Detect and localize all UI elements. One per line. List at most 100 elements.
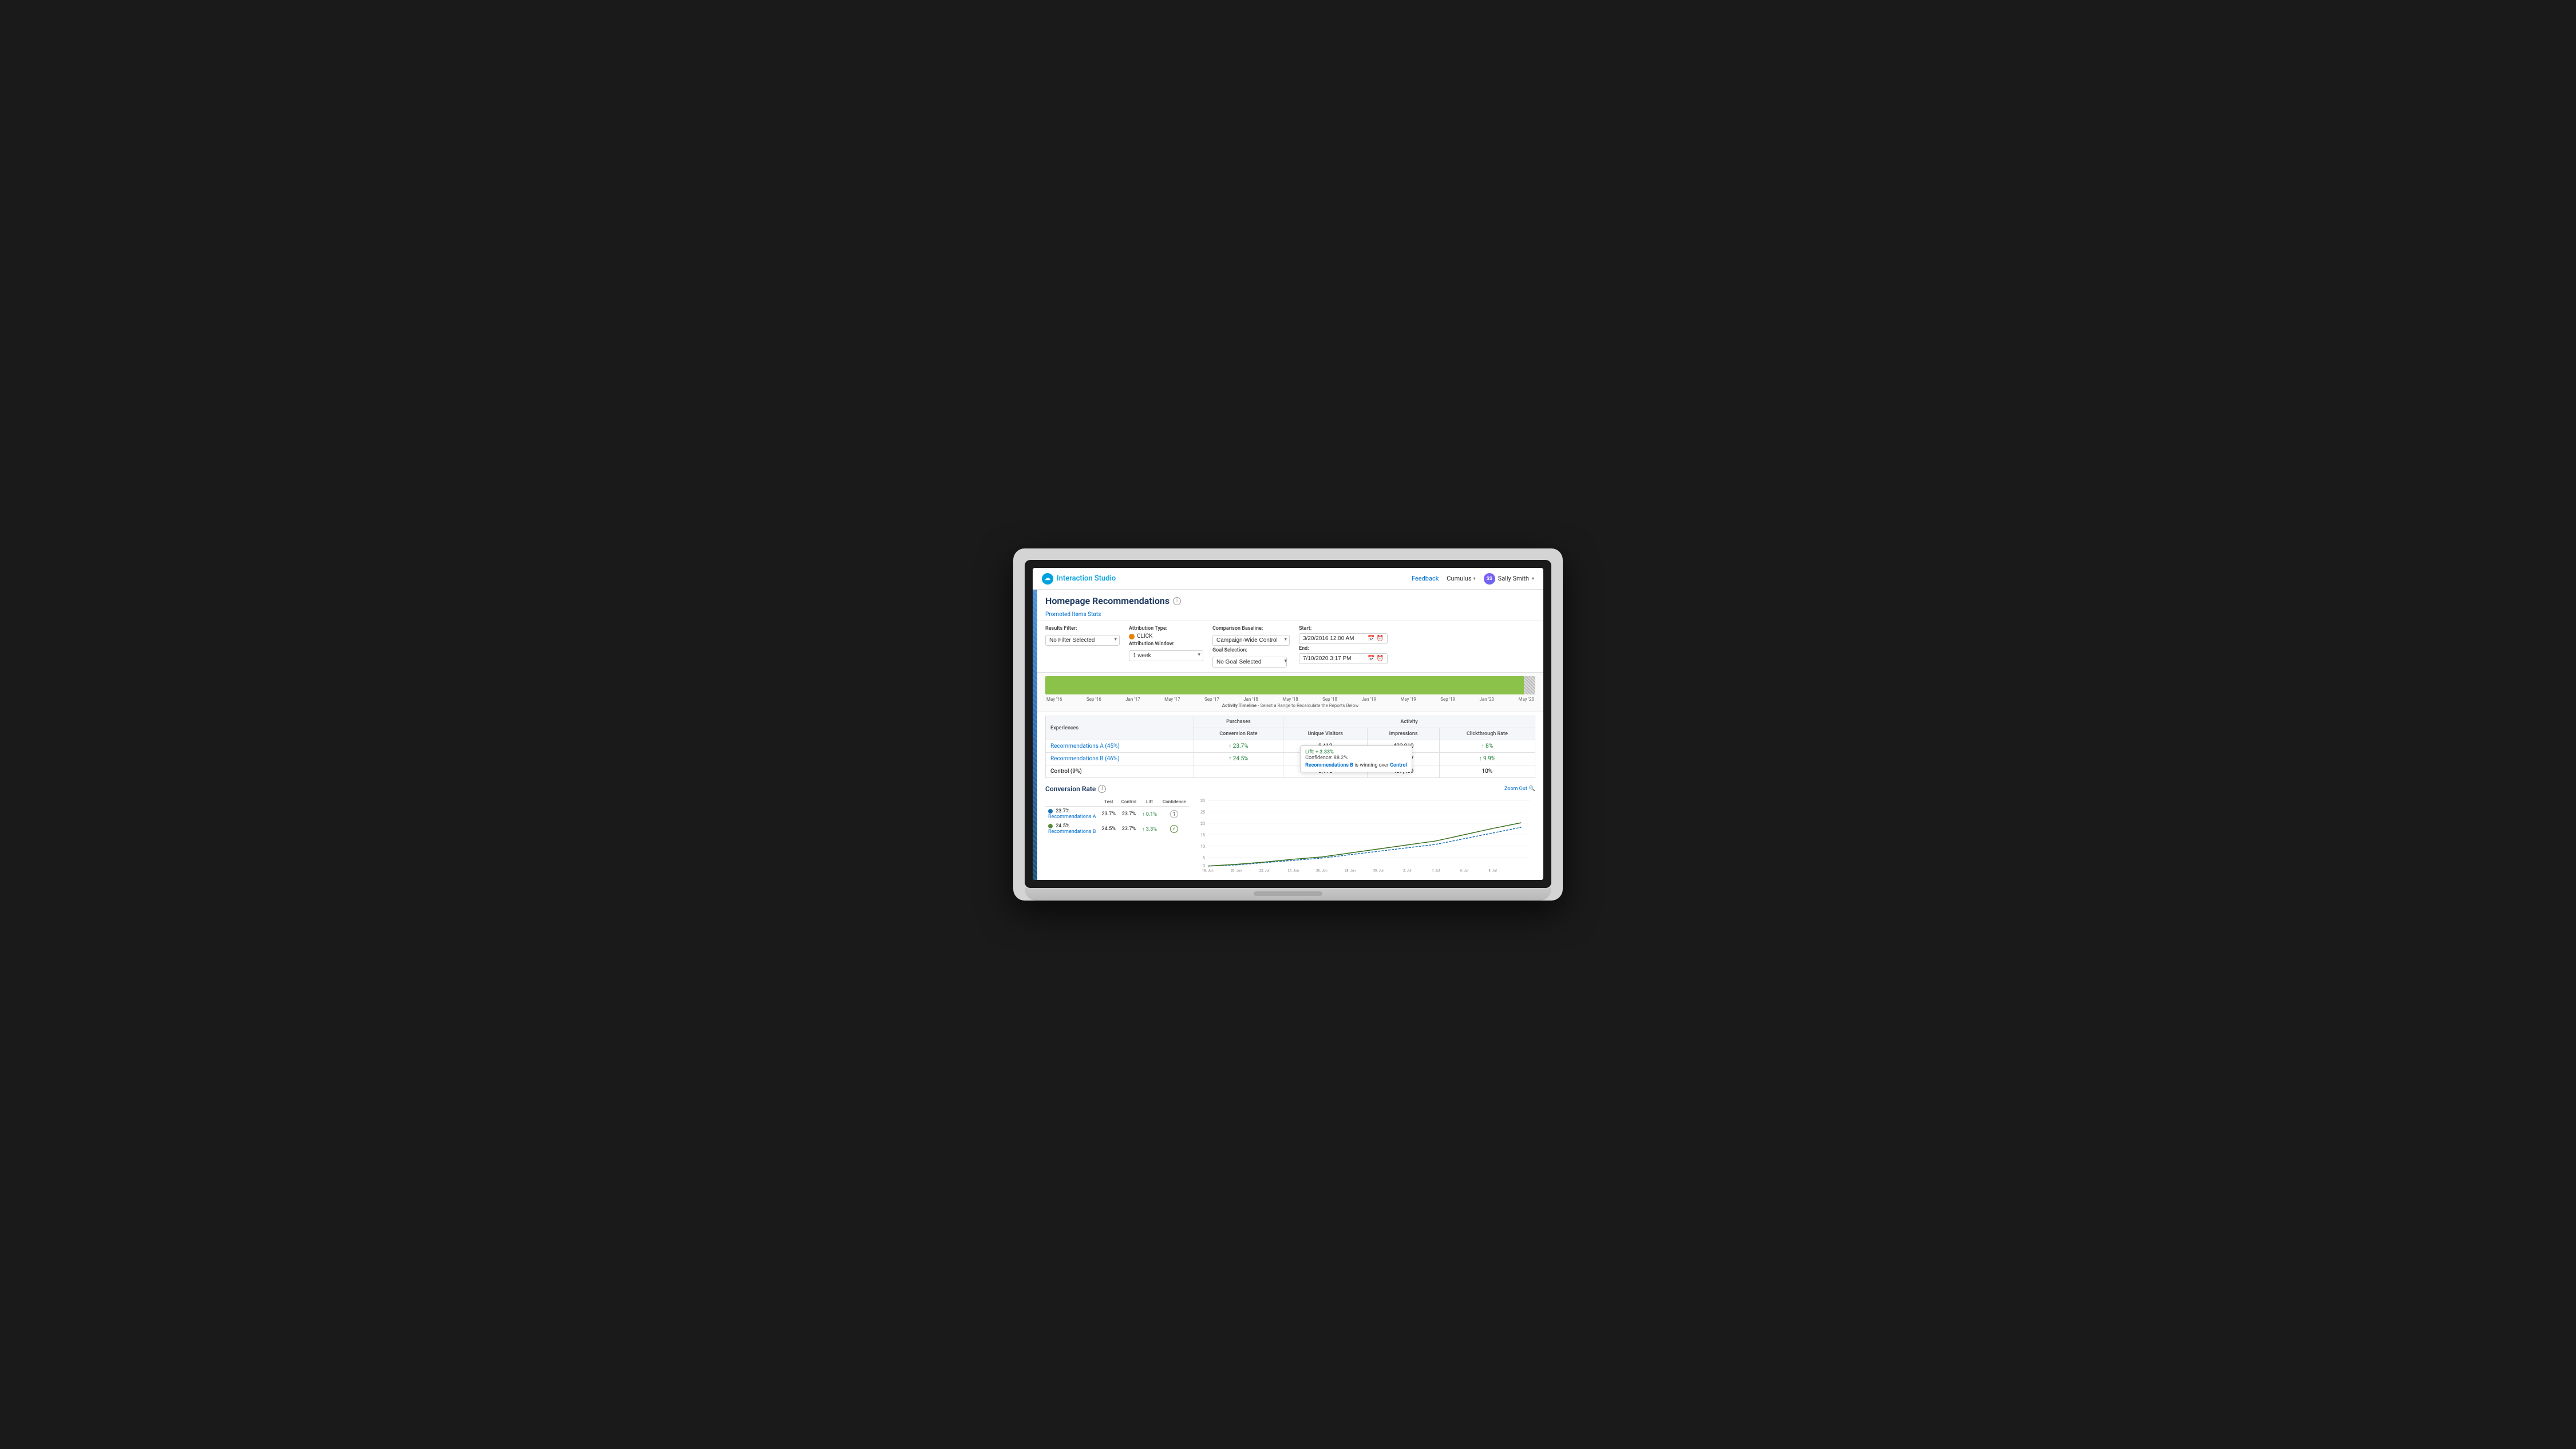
legend-col-confidence: Confidence bbox=[1160, 797, 1189, 807]
page-title-row: Homepage Recommendations i bbox=[1045, 595, 1535, 606]
rec-b-clickthrough: ↑ 9.9% bbox=[1439, 753, 1535, 765]
main-content: Homepage Recommendations i Promoted Item… bbox=[1033, 590, 1543, 880]
start-label: Start: bbox=[1299, 626, 1388, 631]
timeline-label-10: Sep '19 bbox=[1440, 697, 1455, 702]
legend-dot-green bbox=[1048, 824, 1053, 828]
table-row: Control (9%) 8,115 407,459 10% bbox=[1046, 765, 1535, 778]
timeline-selected-range bbox=[1524, 676, 1535, 694]
clock-icon[interactable]: ⏰ bbox=[1376, 635, 1383, 642]
attribution-type-group: Attribution Type: CLICK Attribution Wind… bbox=[1129, 626, 1203, 661]
cumulus-button[interactable]: Cumulus ▾ bbox=[1447, 575, 1475, 582]
goal-selection-select[interactable]: No Goal Selected bbox=[1212, 657, 1287, 668]
chart-info-icon[interactable]: i bbox=[1098, 785, 1106, 793]
timeline-label-6: May '18 bbox=[1282, 697, 1298, 702]
control-name: Control (9%) bbox=[1046, 765, 1194, 778]
timeline-section: May '16 Sep '16 Jan '17 May '17 Sep '17 … bbox=[1037, 673, 1543, 712]
laptop-frame: ☁ Interaction Studio Feedback Cumulus ▾ … bbox=[1013, 548, 1563, 901]
timeline-label-4: Sep '17 bbox=[1204, 697, 1219, 702]
attribution-type-text: CLICK bbox=[1137, 633, 1152, 639]
timeline-note-title: Activity Timeline bbox=[1222, 703, 1257, 708]
date-range-group: Start: 📅 ⏰ End: 📅 ⏰ bbox=[1299, 626, 1388, 664]
timeline-label-0: May '16 bbox=[1046, 697, 1062, 702]
timeline-label-11: Jan '20 bbox=[1480, 697, 1495, 702]
legend-rec-b-label: 24.5% Recommendations B bbox=[1045, 822, 1099, 836]
timeline-label-1: Sep '16 bbox=[1086, 697, 1101, 702]
user-menu[interactable]: SS Sally Smith ▾ bbox=[1484, 573, 1534, 585]
results-filter-select[interactable]: No Filter Selected bbox=[1045, 635, 1120, 646]
col-conversion-rate[interactable]: Conversion Rate bbox=[1194, 728, 1283, 740]
comparison-baseline-label: Comparison Baseline: bbox=[1212, 626, 1290, 631]
comparison-baseline-select[interactable]: Campaign-Wide Control bbox=[1212, 635, 1290, 646]
tooltip-popup: Lift: + 3.33% Confidence: 88.2% Recommen… bbox=[1300, 745, 1412, 772]
chart-section: Conversion Rate i Zoom Out 🔍 bbox=[1037, 781, 1543, 880]
tooltip-confidence: Confidence: 88.2% bbox=[1305, 755, 1407, 761]
table-row: Recommendations B (46%) ↑ 24.5% 8,070 40… bbox=[1046, 753, 1535, 765]
app-name: Interaction Studio bbox=[1057, 574, 1116, 583]
table-row: Recommendations A (45%) ↑ 23.7% 8,412 42… bbox=[1046, 740, 1535, 753]
col-impressions[interactable]: Impressions bbox=[1368, 728, 1439, 740]
legend-row-rec-b: 24.5% Recommendations B 24.5% 23.7% ↑ 3.… bbox=[1045, 822, 1189, 836]
rec-b-link[interactable]: Recommendations B (46%) bbox=[1050, 756, 1120, 762]
svg-text:20. Jun: 20. Jun bbox=[1231, 869, 1242, 873]
col-unique-visitors[interactable]: Unique Visitors bbox=[1283, 728, 1368, 740]
attribution-window-select-wrapper: 1 week bbox=[1129, 649, 1203, 661]
nav-logo: ☁ Interaction Studio bbox=[1042, 573, 1116, 585]
confidence-check-icon: ✓ bbox=[1170, 825, 1178, 833]
nav-bar: ☁ Interaction Studio Feedback Cumulus ▾ … bbox=[1033, 568, 1543, 590]
rec-b-conversion: ↑ 24.5% bbox=[1194, 753, 1283, 765]
calendar-icon[interactable]: 📅 bbox=[1368, 635, 1374, 642]
salesforce-cloud-icon: ☁ bbox=[1042, 573, 1053, 585]
timeline-label-3: May '17 bbox=[1164, 697, 1180, 702]
col-clickthrough-rate[interactable]: Clickthrough Rate bbox=[1439, 728, 1535, 740]
user-chevron-icon: ▾ bbox=[1532, 576, 1534, 581]
tooltip-lift: Lift: + 3.33% bbox=[1305, 749, 1407, 755]
confidence-warning-icon: ? bbox=[1170, 810, 1178, 818]
timeline-label-2: Jan '17 bbox=[1125, 697, 1140, 702]
results-filter-select-wrapper: No Filter Selected bbox=[1045, 633, 1120, 646]
attribution-window-select[interactable]: 1 week bbox=[1129, 650, 1203, 661]
attribution-window-label: Attribution Window: bbox=[1129, 641, 1203, 647]
rec-a-link[interactable]: Recommendations A (45%) bbox=[1050, 743, 1120, 749]
legend-row-rec-a: 23.7% Recommendations A 23.7% 23.7% ↑ 0.… bbox=[1045, 807, 1189, 822]
timeline-bar[interactable] bbox=[1045, 676, 1535, 694]
tooltip-winner: Recommendations B is winning over Contro… bbox=[1305, 763, 1407, 768]
tooltip-confidence-value: 88.2% bbox=[1334, 755, 1348, 761]
start-date-input[interactable] bbox=[1303, 635, 1366, 642]
zoom-icon: 🔍 bbox=[1529, 786, 1535, 792]
page-subtitle[interactable]: Promoted Items Stats bbox=[1045, 611, 1101, 618]
tooltip-lift-label: Lift: bbox=[1305, 749, 1314, 755]
radio-click-icon[interactable] bbox=[1129, 634, 1135, 639]
feedback-link[interactable]: Feedback bbox=[1412, 575, 1439, 582]
tooltip-winner-name: Recommendations B bbox=[1305, 763, 1353, 768]
start-date-input-wrapper: 📅 ⏰ bbox=[1299, 633, 1388, 644]
calendar-end-icon[interactable]: 📅 bbox=[1368, 656, 1374, 662]
screen: ☁ Interaction Studio Feedback Cumulus ▾ … bbox=[1033, 568, 1543, 880]
col-experiences: Experiences bbox=[1046, 716, 1194, 740]
clock-end-icon[interactable]: ⏰ bbox=[1376, 656, 1383, 662]
chart-legend: Test Control Lift Confidence bbox=[1045, 797, 1189, 874]
rec-b-name: Recommendations B (46%) bbox=[1046, 753, 1194, 765]
svg-text:25: 25 bbox=[1200, 810, 1205, 815]
tooltip-winner-control: Control bbox=[1390, 763, 1407, 768]
control-conversion bbox=[1194, 765, 1283, 778]
legend-rec-a-control: 23.7% bbox=[1119, 807, 1139, 822]
info-icon[interactable]: i bbox=[1173, 597, 1181, 605]
end-label: End: bbox=[1299, 646, 1388, 652]
timeline-label-12: May '20 bbox=[1519, 697, 1534, 702]
legend-rec-b-control: 23.7% bbox=[1119, 822, 1139, 836]
legend-col-lift: Lift bbox=[1139, 797, 1160, 807]
end-date-input[interactable] bbox=[1303, 656, 1366, 662]
svg-text:5: 5 bbox=[1203, 856, 1205, 860]
results-filter-group: Results Filter: No Filter Selected bbox=[1045, 626, 1120, 646]
legend-rec-a-label: 23.7% Recommendations A bbox=[1045, 807, 1099, 822]
timeline-label-9: May '19 bbox=[1400, 697, 1416, 702]
timeline-note: Activity Timeline - Select a Range to Re… bbox=[1045, 703, 1535, 708]
zoom-out-button[interactable]: Zoom Out 🔍 bbox=[1504, 786, 1535, 792]
col-activity-header: Activity bbox=[1283, 716, 1535, 728]
legend-rec-b-lift: ↑ 3.3% bbox=[1139, 822, 1160, 836]
legend-dot-blue bbox=[1048, 809, 1053, 814]
legend-rec-b-name: Recommendations B bbox=[1048, 829, 1096, 835]
control-clickthrough: 10% bbox=[1439, 765, 1535, 778]
legend-col-test: Test bbox=[1099, 797, 1119, 807]
svg-text:30. Jun: 30. Jun bbox=[1373, 869, 1384, 873]
